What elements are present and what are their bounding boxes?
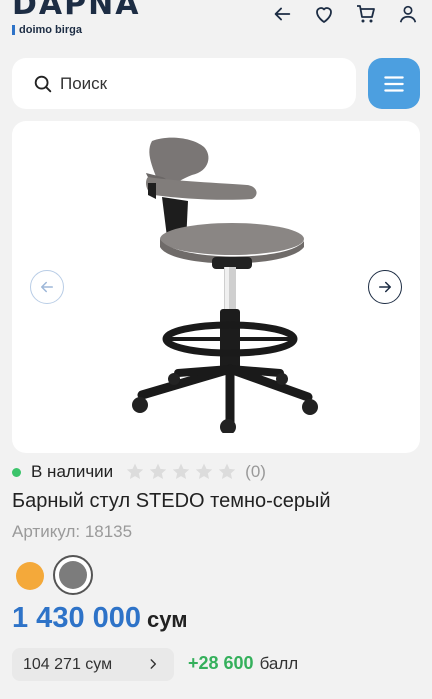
star-icon <box>127 463 144 479</box>
stock-rating-row: В наличии (0) <box>12 462 266 482</box>
search-placeholder: Поиск <box>60 73 108 93</box>
color-swatch-orange[interactable] <box>16 562 44 590</box>
arrow-right-circle-icon <box>379 281 391 293</box>
star-icon <box>173 463 190 479</box>
star-icon <box>219 463 236 479</box>
bonus-points: +28 600 балл <box>188 653 298 674</box>
logo[interactable]: DAPNA <box>12 0 140 20</box>
installment-amount: 104 271 сум <box>23 655 113 673</box>
product-sku: Артикул: 18135 <box>12 522 133 541</box>
star-icon <box>150 463 167 479</box>
search-icon <box>34 75 52 92</box>
gallery-next-button[interactable] <box>368 270 402 304</box>
reviews-count[interactable]: (0) <box>245 462 266 482</box>
product-title: Барный стул STEDO темно-серый <box>12 490 331 512</box>
stock-dot <box>12 467 21 477</box>
logo-subtitle: doimo birga <box>12 24 82 36</box>
product-page: DAPNA doimo birga Поиск В наличии (0) Ба… <box>0 0 432 699</box>
stock-status: В наличии <box>31 462 114 481</box>
header-icons <box>270 2 420 26</box>
heart-icon[interactable] <box>312 2 336 26</box>
gallery-prev-button[interactable] <box>30 270 64 304</box>
menu-button[interactable] <box>368 58 420 109</box>
search-input[interactable]: Поиск <box>12 58 356 109</box>
product-gallery[interactable] <box>12 121 420 453</box>
bonus-value: +28 600 <box>188 653 254 673</box>
chair-photo <box>132 137 318 433</box>
arrow-left-icon[interactable] <box>270 2 294 26</box>
color-swatch-grey[interactable] <box>59 561 87 589</box>
price: 1 430 000 сум <box>12 602 187 635</box>
chevron-right-icon <box>150 659 157 669</box>
hamburger-icon <box>384 75 404 92</box>
cart-icon[interactable] <box>354 2 378 26</box>
price-currency: сум <box>147 607 188 632</box>
price-value: 1 430 000 <box>12 602 142 634</box>
logo-accent-bar <box>12 25 15 35</box>
user-icon[interactable] <box>396 2 420 26</box>
header: DAPNA doimo birga <box>0 0 432 48</box>
installment-button[interactable]: 104 271 сум <box>12 648 174 681</box>
star-icon <box>196 463 213 479</box>
arrow-left-circle-icon <box>41 281 53 293</box>
bonus-unit: балл <box>259 654 299 673</box>
rating-stars[interactable] <box>125 462 237 482</box>
logo-subtitle-text: doimo birga <box>19 24 82 36</box>
